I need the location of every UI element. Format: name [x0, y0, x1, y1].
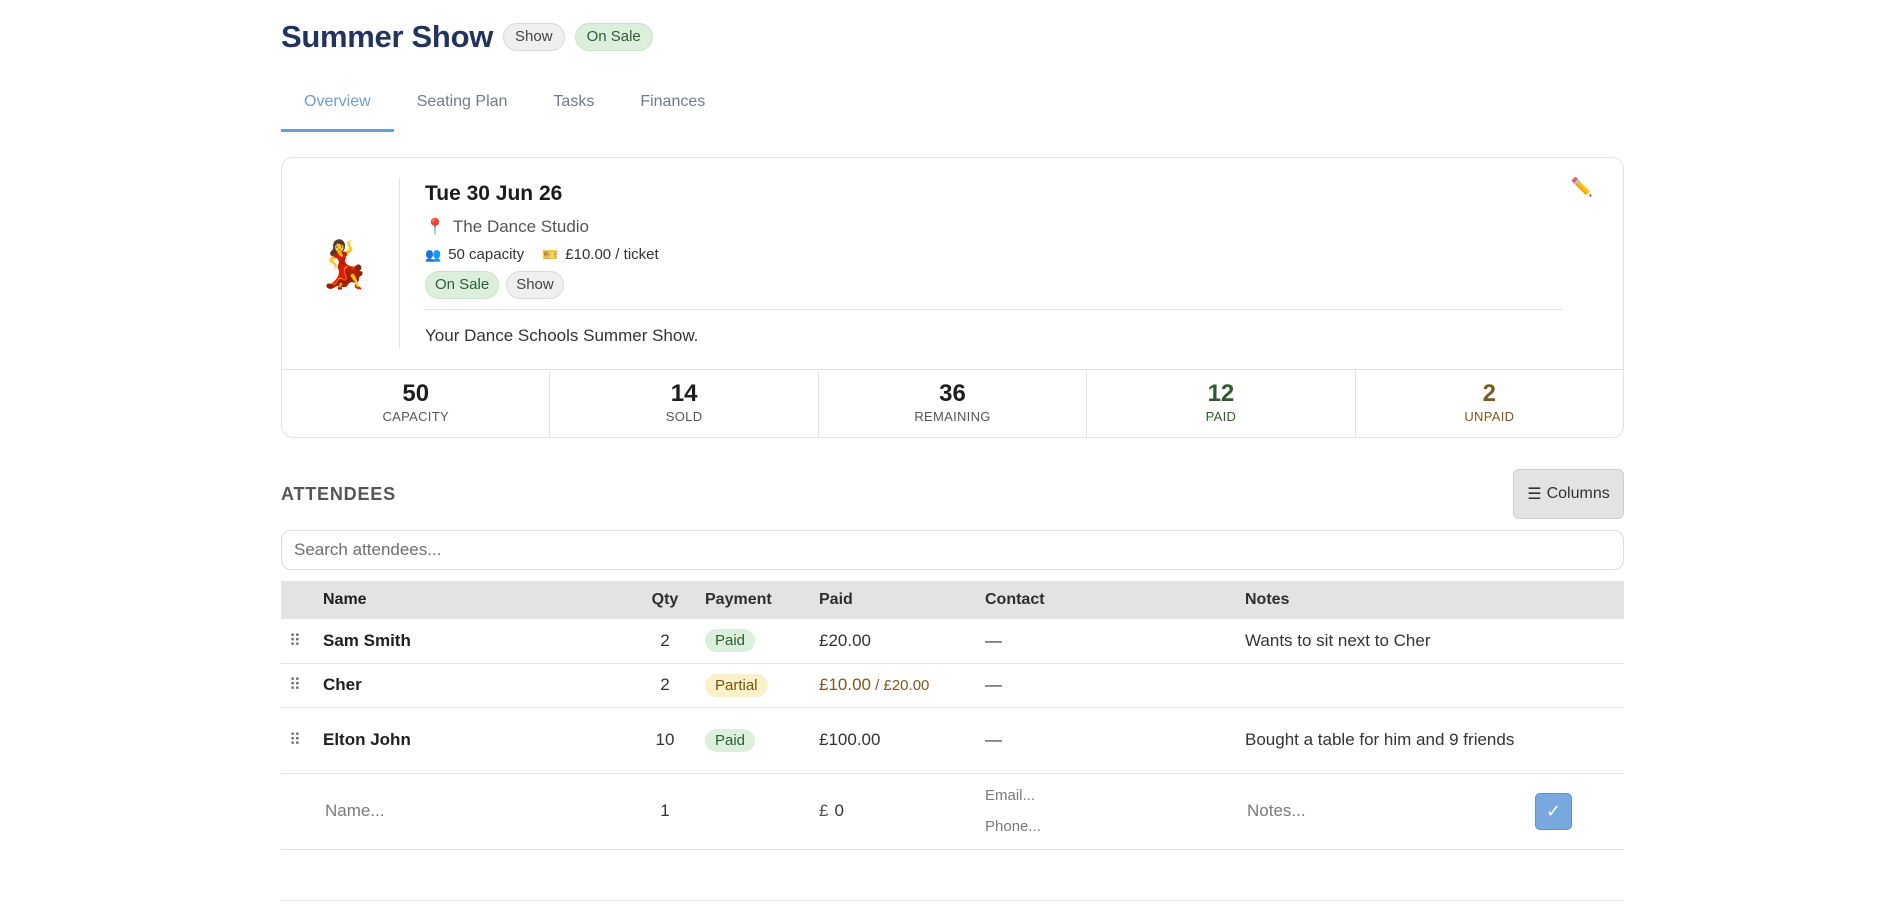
- event-date: Tue 30 Jun 26: [425, 182, 563, 205]
- pin-icon: 📍: [425, 219, 445, 236]
- attendees-heading: ATTENDEES: [281, 484, 396, 504]
- stat-value: 2: [1482, 380, 1496, 407]
- tab-bar: Overview Seating Plan Tasks Finances: [281, 80, 728, 132]
- status-badge: On Sale: [574, 23, 653, 51]
- stat-label: CAPACITY: [382, 409, 449, 424]
- drag-handle-icon[interactable]: ⠿: [281, 619, 323, 664]
- attendee-name: Elton John: [323, 707, 625, 774]
- stat-label: REMAINING: [914, 409, 991, 424]
- attendee-name: Sam Smith: [323, 619, 625, 664]
- stats-bar: 50 CAPACITY 14 SOLD 36 REMAINING 12 PAID…: [282, 369, 1623, 438]
- tab-finances[interactable]: Finances: [617, 80, 728, 132]
- currency-symbol: £: [819, 801, 829, 820]
- stat-label: SOLD: [665, 409, 703, 424]
- attendee-notes: Bought a table for him and 9 friends: [1245, 707, 1535, 774]
- table-header-row: Name Qty Payment Paid Contact Notes: [281, 581, 1624, 619]
- divider: [399, 178, 400, 349]
- divider: [281, 900, 1624, 901]
- attendee-name: Cher: [323, 663, 625, 708]
- people-icon: 👥: [425, 246, 442, 262]
- title-row: Summer Show Show On Sale: [281, 18, 653, 56]
- stat-label: UNPAID: [1464, 409, 1515, 424]
- status-badge: On Sale: [425, 271, 500, 299]
- page-title: Summer Show: [281, 19, 494, 54]
- dancer-icon: 💃: [315, 238, 373, 290]
- divider: [425, 309, 1563, 310]
- tab-overview[interactable]: Overview: [281, 80, 394, 132]
- attendee-qty: 2: [625, 663, 705, 708]
- event-badges: On Sale Show: [425, 271, 1563, 299]
- new-paid-input[interactable]: [834, 801, 925, 821]
- attendee-qty: 10: [625, 707, 705, 774]
- new-name-input[interactable]: [323, 801, 563, 821]
- payment-badge: Paid: [705, 629, 756, 653]
- payment-badge: Paid: [705, 728, 756, 752]
- columns-button-label: Columns: [1546, 485, 1610, 502]
- attendee-qty: 2: [625, 619, 705, 664]
- new-attendee-row: £ ✓: [281, 773, 1624, 850]
- stat-label: PAID: [1205, 409, 1237, 424]
- event-meta: 👥 50 capacity 🎫 £10.00 / ticket: [425, 246, 1563, 263]
- table-row[interactable]: ⠿ Sam Smith 2 Paid £20.00 — Wants to sit…: [281, 619, 1624, 664]
- menu-icon: ☰: [1527, 486, 1542, 503]
- event-details: 💃 Tue 30 Jun 26 📍 The Dance Studio 👥 50 …: [282, 158, 1623, 369]
- venue-name: The Dance Studio: [452, 217, 590, 236]
- column-header-name[interactable]: Name: [323, 581, 625, 619]
- stat-value: 14: [670, 380, 698, 407]
- search-input[interactable]: [281, 530, 1624, 570]
- capacity-text: 50 capacity: [448, 246, 525, 263]
- tab-seating-plan[interactable]: Seating Plan: [394, 80, 531, 132]
- payment-badge: Partial: [705, 673, 768, 697]
- edit-pencil-icon[interactable]: ✏️: [1571, 177, 1593, 198]
- price-text: £10.00 / ticket: [565, 246, 659, 263]
- attendees-table: Name Qty Payment Paid Contact Notes ⠿ Sa…: [281, 581, 1624, 850]
- confirm-add-button[interactable]: ✓: [1535, 792, 1572, 830]
- stat-unpaid: 2 UNPAID: [1356, 370, 1623, 438]
- new-qty-input[interactable]: [635, 801, 695, 821]
- stat-capacity: 50 CAPACITY: [282, 370, 551, 438]
- stat-value: 36: [939, 380, 966, 407]
- stat-value: 50: [402, 380, 430, 407]
- type-badge: Show: [506, 271, 564, 299]
- column-header-contact[interactable]: Contact: [985, 581, 1245, 619]
- attendee-contact: —: [985, 707, 1245, 774]
- new-notes-input[interactable]: [1245, 801, 1485, 821]
- drag-handle-icon[interactable]: ⠿: [281, 707, 323, 774]
- event-card: 💃 Tue 30 Jun 26 📍 The Dance Studio 👥 50 …: [281, 157, 1624, 438]
- attendee-paid: £20.00: [819, 619, 985, 664]
- event-info: Tue 30 Jun 26 📍 The Dance Studio 👥 50 ca…: [425, 182, 1563, 346]
- stat-remaining: 36 REMAINING: [819, 370, 1088, 438]
- column-header-payment[interactable]: Payment: [705, 581, 819, 619]
- new-email-input[interactable]: [985, 783, 1185, 808]
- stat-paid: 12 PAID: [1087, 370, 1356, 438]
- attendee-paid: £10.00 / £20.00: [819, 663, 985, 708]
- type-badge: Show: [503, 23, 565, 51]
- event-venue: 📍 The Dance Studio: [425, 217, 1563, 237]
- stat-value: 12: [1207, 380, 1235, 407]
- drag-handle-icon[interactable]: ⠿: [281, 663, 323, 708]
- tab-tasks[interactable]: Tasks: [530, 80, 617, 132]
- column-header-paid[interactable]: Paid: [819, 581, 985, 619]
- table-row[interactable]: ⠿ Elton John 10 Paid £100.00 — Bought a …: [281, 707, 1624, 774]
- columns-button[interactable]: ☰ Columns: [1513, 469, 1624, 519]
- event-description: Your Dance Schools Summer Show.: [425, 326, 699, 345]
- table-row[interactable]: ⠿ Cher 2 Partial £10.00 / £20.00 —: [281, 663, 1624, 708]
- paid-amount: £10.00: [819, 675, 871, 694]
- ticket-icon: 🎫: [542, 246, 559, 262]
- attendee-paid: £100.00: [819, 707, 985, 774]
- column-header-qty[interactable]: Qty: [625, 581, 705, 619]
- checkmark-icon: ✓: [1545, 800, 1562, 821]
- attendee-contact: —: [985, 663, 1245, 708]
- attendee-contact: —: [985, 619, 1245, 664]
- paid-total: / £20.00: [871, 677, 930, 694]
- new-phone-input[interactable]: [985, 814, 1185, 839]
- column-header-notes[interactable]: Notes: [1245, 581, 1535, 619]
- attendee-notes: Wants to sit next to Cher: [1245, 619, 1535, 664]
- stat-sold: 14 SOLD: [550, 370, 819, 438]
- attendee-notes: [1245, 663, 1535, 708]
